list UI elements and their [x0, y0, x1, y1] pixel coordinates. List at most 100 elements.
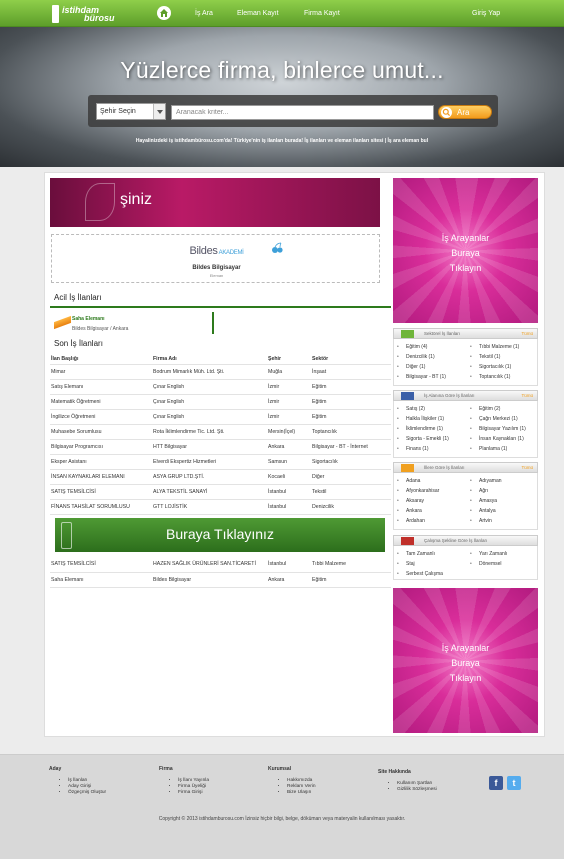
twitter-icon[interactable]: t	[507, 776, 521, 790]
company-cell: GTT LOJİSTİK	[152, 499, 267, 515]
table-row[interactable]: İngilizce Öğretmeni Çınar English İzmir Eği…	[50, 409, 391, 425]
job-title-cell: Muhasebe Sorumlusu	[50, 424, 152, 440]
job-title-cell: Eksper Asistanı	[50, 454, 152, 470]
urgent-job-item[interactable]: Saha Elemanı Bildes Bilgisayar / Ankara	[51, 312, 214, 334]
urgent-flag-icon	[54, 315, 71, 330]
home-icon[interactable]	[157, 6, 171, 20]
panel-link[interactable]: Antalya	[470, 508, 496, 514]
panel-link[interactable]: Çağrı Merkezi (1)	[470, 416, 518, 422]
top-banner[interactable]: şiniz	[50, 178, 380, 227]
footer-link[interactable]: Bize Ulaşın	[287, 790, 316, 796]
panel-link[interactable]: Toptancılık (1)	[470, 374, 511, 380]
job-title-cell: SATIŞ TEMSİLCİSİ	[50, 484, 152, 500]
panel-link[interactable]: Finans (1)	[397, 446, 428, 452]
login-link[interactable]: Giriş Yap	[472, 10, 500, 17]
panel-link[interactable]: Artvin	[470, 518, 492, 524]
site-logo[interactable]: istihdam bürosu	[52, 5, 134, 23]
panel-all-link[interactable]: Tümü	[521, 465, 533, 470]
panel-link[interactable]: Satış (2)	[397, 406, 425, 412]
ad-banner-bottom[interactable]: İş Arayanlar Buraya Tıklayın	[393, 588, 538, 733]
sector-cell: Tıbbi Malzeme	[311, 557, 391, 573]
panel-link[interactable]: Serbest Çalışma	[397, 571, 443, 577]
panel-all-link[interactable]: Tümü	[521, 331, 533, 336]
nav-firma-kayit[interactable]: Firma Kayıt	[304, 10, 340, 17]
panel-link[interactable]: Tekstil (1)	[470, 354, 501, 360]
table-row[interactable]: Bilgisayar Programcısı HTT Bilgisayar Anka…	[50, 439, 391, 455]
logo-text-2: bürosu	[84, 13, 115, 23]
list-icon	[401, 330, 414, 338]
col-header-company: Firma Adı	[152, 354, 267, 365]
panel-link[interactable]: Diğer (1)	[397, 364, 426, 370]
company-cell: Çınar English	[152, 394, 267, 410]
city-cell: Mersin(İçel)	[267, 424, 311, 440]
footer-link[interactable]: Özgeçmiş Oluştur	[68, 790, 106, 796]
company-cell: Bildes Bilgisayar	[152, 572, 267, 588]
panel-body: Eğitim (4) Denizcilik (1) Diğer (1) Bilgisa…	[393, 339, 538, 386]
panel-link[interactable]: Dönemsel	[470, 561, 501, 567]
city-select[interactable]: Şehir Seçin	[96, 103, 166, 120]
footer-link[interactable]: Firma Girişi	[178, 790, 209, 796]
hero-subtitle: Hayalinizdeki iş istihdambürosu.com'da! …	[135, 138, 429, 144]
panel-sectors: Sektörel İş İlanları Tümü Eğitim (4) Denizc…	[393, 328, 538, 386]
company-cell: Çınar English	[152, 409, 267, 425]
panel-all-link[interactable]: Tümü	[521, 393, 533, 398]
panel-link[interactable]: Planlama (1)	[470, 446, 507, 452]
sector-cell: Toptancılık	[311, 424, 391, 440]
sector-cell: Tekstil	[311, 484, 391, 500]
facebook-icon[interactable]: f	[489, 776, 503, 790]
panel-link[interactable]: Ankara	[397, 508, 422, 514]
search-button[interactable]: Ara	[438, 105, 492, 119]
city-cell: İzmir	[267, 394, 311, 410]
table-row[interactable]: SATIŞ TEMSİLCİSİ HAZEN SAĞLIK ÜRÜNLERİ SA…	[50, 557, 391, 573]
company-cell: Bodrum Mimarlık Müh. Ltd. Şti.	[152, 364, 267, 380]
panel-link[interactable]: Aksaray	[397, 498, 424, 504]
panel-title: Çalışma Şekline Göre İş İlanları	[424, 538, 488, 543]
panel-link[interactable]: Sigorta - Emekli (1)	[397, 436, 449, 442]
panel-link[interactable]: Tam Zamanlı	[397, 551, 435, 557]
panel-link[interactable]: Adana	[397, 478, 421, 484]
jobs-table-continued: SATIŞ TEMSİLCİSİ HAZEN SAĞLIK ÜRÜNLERİ SA…	[50, 557, 391, 588]
nav-eleman-kayit[interactable]: Eleman Kayıt	[237, 10, 279, 17]
sponsor-box[interactable]: BildesAKADEMİ Bildes Bilgisayar Eleman	[51, 234, 380, 283]
panel-link[interactable]: İklimlendirme (1)	[397, 426, 443, 432]
panel-link[interactable]: Eğitim (2)	[470, 406, 501, 412]
sector-cell: Bilgisayar - BT - İnternet	[311, 439, 391, 455]
panel-link[interactable]: Bilgisayar Yazılım (1)	[470, 426, 526, 432]
panel-link[interactable]: Amasya	[470, 498, 497, 504]
ad-line-3: Tıklayın	[449, 263, 482, 273]
panel-link[interactable]: Adıyaman	[470, 478, 501, 484]
panel-link[interactable]: Denizcilik (1)	[397, 354, 435, 360]
panel-link[interactable]: Eğitim (4)	[397, 344, 428, 350]
company-cell: HTT Bilgisayar	[152, 439, 267, 455]
table-row[interactable]: İNSAN KAYNAKLARI ELEMANI ASYA GRUP LTD.ŞT…	[50, 469, 391, 485]
ad-banner-top[interactable]: İş Arayanlar Buraya Tıklayın	[393, 178, 538, 323]
panel-link[interactable]: Tıbbi Malzeme (1)	[470, 344, 519, 350]
panel-link[interactable]: Ağrı	[470, 488, 488, 494]
panel-link[interactable]: İnsan Kaynakları (1)	[470, 436, 524, 442]
panel-header: Sektörel İş İlanları Tümü	[393, 328, 538, 339]
panel-link[interactable]: Sigortacılık (1)	[470, 364, 511, 370]
middle-banner[interactable]: Buraya Tıklayınız	[55, 518, 385, 552]
panel-header: İllere Göre İş İlanları Tümü	[393, 462, 538, 473]
table-row[interactable]: Matematik Öğretmeni Çınar English İzmir Eği…	[50, 394, 391, 410]
search-input[interactable]	[171, 105, 434, 120]
panel-link[interactable]: Afyonkarahisar	[397, 488, 439, 494]
panel-link[interactable]: Halkla İlişkiler (1)	[397, 416, 444, 422]
panel-link[interactable]: Bilgisayar - BT (1)	[397, 374, 446, 380]
table-row[interactable]: FİNANS TAHSİLAT SORUMLUSU GTT LOJİSTİK İst…	[50, 499, 391, 515]
table-row[interactable]: Eksper Asistanı Elverdi Ekspertiz Hizmetl…	[50, 454, 391, 470]
table-row[interactable]: Mimar Bodrum Mimarlık Müh. Ltd. Şti. Muğla…	[50, 364, 391, 380]
table-row[interactable]: SATIŞ TEMSİLCİSİ ALYA TEKSTİL SANAYİ İstan…	[50, 484, 391, 500]
sponsor-role: Eleman	[209, 273, 224, 278]
panel-link[interactable]: Ardahan	[397, 518, 425, 524]
nav-is-ara[interactable]: İş Ara	[195, 10, 213, 17]
company-cell: Çınar English	[152, 379, 267, 395]
panel-link[interactable]: Yarı Zamanlı	[470, 551, 507, 557]
panel-link[interactable]: Staj	[397, 561, 414, 567]
footer-link[interactable]: Gizlilik Sözleşmesi	[397, 787, 437, 793]
table-row[interactable]: Saha Elemanı Bildes Bilgisayar Ankara Eğiti…	[50, 572, 391, 588]
ad-line-2: Buraya	[451, 658, 480, 668]
table-row[interactable]: Satış Elemanı Çınar English İzmir Eğitim	[50, 379, 391, 395]
table-row[interactable]: Muhasebe Sorumlusu Rota İklimlendirme Tic…	[50, 424, 391, 440]
company-cell: Rota İklimlendirme Tic. Ltd. Şti.	[152, 424, 267, 440]
